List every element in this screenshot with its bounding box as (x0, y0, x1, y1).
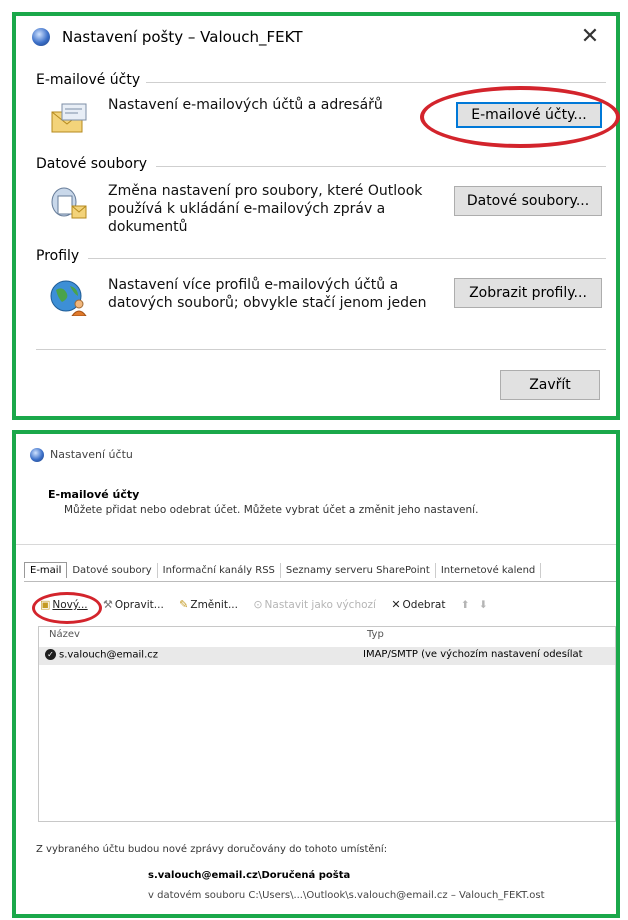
header-title: E-mailové účty (48, 488, 140, 501)
change-icon: ✎ (179, 598, 189, 611)
divider (88, 258, 606, 259)
envelope-icon (51, 103, 87, 133)
divider (36, 349, 606, 350)
tab-email[interactable]: E-mail (24, 562, 68, 578)
close-icon[interactable]: ✕ (578, 24, 602, 49)
delivery-label: Z vybraného účtu budou nové zprávy doruč… (36, 844, 388, 855)
divider (156, 166, 606, 167)
email-accounts-description: Nastavení e-mailových účtů a adresářů (108, 97, 383, 113)
show-profiles-button[interactable]: Zobrazit profily... (454, 278, 602, 308)
data-files-icon (51, 187, 87, 219)
account-type-cell: IMAP/SMTP (ve výchozím nastavení odesíla… (363, 649, 583, 660)
account-list: Název Typ ✓ s.valouch@email.cz IMAP/SMTP … (38, 626, 616, 822)
section-heading-profiles: Profily (36, 248, 80, 264)
move-down-button[interactable]: ⬇ (479, 599, 488, 611)
divider (24, 581, 616, 582)
new-icon: ▣ (40, 598, 51, 611)
remove-button[interactable]: ✕ Odebrat (391, 598, 445, 611)
divider (16, 544, 616, 545)
outlook-app-icon (32, 28, 50, 46)
close-button[interactable]: Zavřít (500, 370, 600, 400)
profiles-globe-icon (50, 280, 87, 316)
section-heading-data-files: Datové soubory (36, 156, 147, 172)
section-heading-email-accounts: E-mailové účty (36, 72, 141, 88)
data-files-button[interactable]: Datové soubory... (454, 186, 602, 216)
default-icon: ⊙ (253, 598, 263, 611)
tab-data-files[interactable]: Datové soubory (67, 563, 158, 578)
tab-rss-feeds[interactable]: Informační kanály RSS (158, 563, 281, 578)
repair-button[interactable]: ⚒ Opravit... (103, 598, 164, 611)
move-up-button[interactable]: ⬆ (461, 599, 470, 611)
delivery-data-file: v datovém souboru C:\Users\...\Outlook\s… (148, 890, 545, 901)
column-header-type[interactable]: Typ (367, 629, 384, 640)
table-row[interactable]: ✓ s.valouch@email.cz IMAP/SMTP (ve výchoz… (39, 647, 615, 665)
header-description: Můžete přidat nebo odebrat účet. Můžete … (64, 504, 479, 516)
tab-internet-calendars[interactable]: Internetové kalend (436, 563, 542, 578)
remove-icon: ✕ (391, 598, 401, 611)
data-files-description: Změna nastavení pro soubory, které Outlo… (108, 183, 423, 235)
tab-bar: E-mail Datové soubory Informační kanály RS… (24, 562, 542, 582)
email-accounts-button[interactable]: E-mailové účty... (456, 102, 602, 128)
new-account-button[interactable]: ▣ Nový... (40, 598, 88, 611)
profiles-description: Nastavení více profilů e-mailových účtů … (108, 277, 427, 311)
toolbar: ▣ Nový... ⚒ Opravit... ✎ Změnit... ⊙ Nastavi… (40, 598, 500, 616)
change-button[interactable]: ✎ Změnit... (179, 598, 238, 611)
set-default-button[interactable]: ⊙ Nastavit jako výchozí (253, 598, 376, 611)
tab-sharepoint-lists[interactable]: Seznamy serveru SharePoint (281, 563, 436, 578)
repair-icon: ⚒ (102, 598, 113, 611)
divider (146, 82, 606, 83)
column-header-name[interactable]: Název (49, 629, 80, 640)
mail-setup-dialog: Nastavení pošty – Valouch_FEKT ✕ E-mailo… (12, 12, 620, 420)
delivery-folder: s.valouch@email.cz\Doručená pošta (148, 870, 351, 881)
outlook-app-icon (30, 448, 44, 462)
account-name-cell: ✓ s.valouch@email.cz (45, 649, 158, 661)
account-settings-dialog: Nastavení účtu E-mailové účty Můžete při… (12, 430, 620, 918)
default-check-icon: ✓ (45, 649, 56, 660)
